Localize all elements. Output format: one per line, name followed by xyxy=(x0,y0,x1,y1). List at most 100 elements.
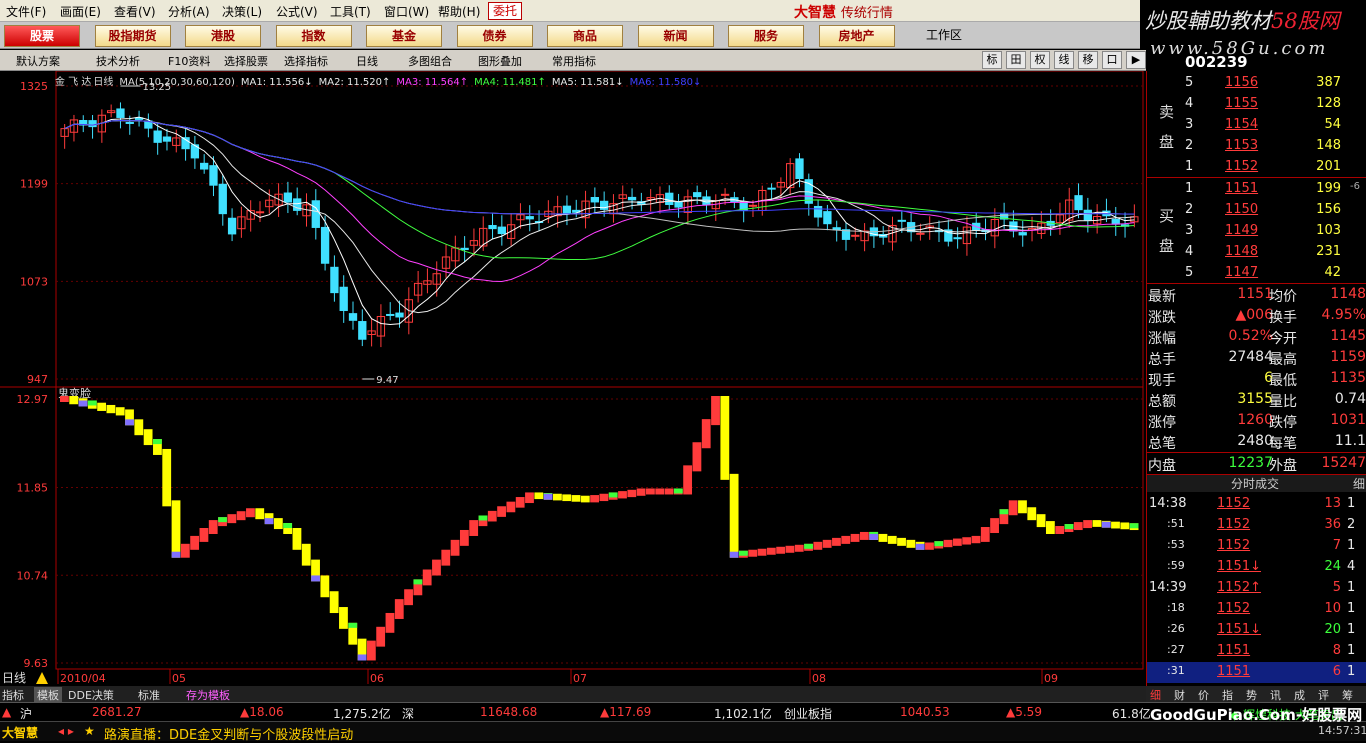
osc-bar xyxy=(432,559,441,576)
nav-button-3[interactable]: 指数 xyxy=(275,25,352,47)
menu-item-1[interactable]: 画面(E) xyxy=(60,3,101,20)
bid-row[interactable]: 2 1150 156 xyxy=(1147,200,1366,221)
osc-bar xyxy=(199,528,209,542)
quote-row: 最新 1151 均价 1148 xyxy=(1147,284,1366,305)
menu-item-2[interactable]: 查看(V) xyxy=(114,3,156,20)
toolbar-item-7[interactable]: 图形叠加 xyxy=(478,53,522,69)
rp-tab-5[interactable]: 讯 xyxy=(1270,687,1281,703)
rp-tab-4[interactable]: 势 xyxy=(1246,687,1257,703)
rp-tab-6[interactable]: 成 xyxy=(1294,687,1305,703)
bottom-tab-1[interactable]: 模板 xyxy=(34,687,62,703)
toolbar-right-1[interactable]: 田 xyxy=(1006,51,1026,69)
nav-button-1[interactable]: 股指期货 xyxy=(94,25,171,47)
toolbar-right-2[interactable]: 权 xyxy=(1030,51,1050,69)
osc-bar xyxy=(701,419,711,449)
ask-row[interactable]: 3 1154 54 xyxy=(1147,115,1366,136)
rp-tab-3[interactable]: 指 xyxy=(1222,687,1233,703)
menu-item-3[interactable]: 分析(A) xyxy=(168,3,210,20)
rp-tab-8[interactable]: 筹 xyxy=(1342,687,1353,703)
menu-item-4[interactable]: 决策(L) xyxy=(222,3,262,20)
candle xyxy=(283,192,293,203)
menu-item-6[interactable]: 工具(T) xyxy=(330,3,371,20)
nav-button-8[interactable]: 服务 xyxy=(728,25,804,47)
workspace-label[interactable]: 工作区 xyxy=(926,26,962,43)
candle xyxy=(525,216,534,220)
tick-row[interactable]: :18 1152 10 1 xyxy=(1147,599,1366,620)
tick-time: :18 xyxy=(1167,601,1185,614)
rp-tab-7[interactable]: 评 xyxy=(1318,687,1329,703)
menu-item-7[interactable]: 窗口(W) xyxy=(384,3,429,20)
ma-label: MA(5,10,20,30,60,120) xyxy=(119,77,235,88)
period-arrow-icon[interactable] xyxy=(36,672,48,684)
entrust-button[interactable]: 委托 xyxy=(488,2,522,20)
ask-row[interactable]: 2 1153 148 xyxy=(1147,136,1366,157)
tick-row[interactable]: :59 1151↓ 24 4 xyxy=(1147,557,1366,578)
nav-button-6[interactable]: 商品 xyxy=(547,25,623,47)
rp-tab-0[interactable]: 细 xyxy=(1150,687,1161,703)
tick-row[interactable]: 14:39 1152↑ 5 1 xyxy=(1147,578,1366,599)
nav-button-4[interactable]: 基金 xyxy=(366,25,442,47)
in-label: 内盘 xyxy=(1148,458,1176,474)
osc-bar xyxy=(990,518,999,534)
chart-area[interactable]: 13251199107394712.9711.8510.749.63鬼变脸13.… xyxy=(0,71,1146,686)
nav-button-0[interactable]: 股票 xyxy=(4,25,80,47)
ask-price: 1154 xyxy=(1225,117,1259,132)
price-axis-label: 1073 xyxy=(20,275,48,288)
quote-label: 涨停 xyxy=(1148,415,1176,431)
ask-level: 1 xyxy=(1185,159,1194,174)
toolbar-item-0[interactable]: 默认方案 xyxy=(16,53,60,69)
toolbar-item-6[interactable]: 多图组合 xyxy=(408,53,452,69)
ticker-arrows-icon[interactable]: ◂ ▸ xyxy=(58,724,74,738)
toolbar-right-5[interactable]: 口 xyxy=(1102,51,1122,69)
quote-value2: 11.1 xyxy=(1334,433,1366,449)
ticks-corner[interactable]: 细 xyxy=(1353,475,1365,492)
toolbar-right-6[interactable]: ▶ xyxy=(1126,51,1146,69)
ask-row[interactable]: 5 1156 387 xyxy=(1147,73,1366,94)
toolbar-right-0[interactable]: 标 xyxy=(982,51,1002,69)
bottom-tab-0[interactable]: 指标 xyxy=(2,687,24,703)
osc-bar xyxy=(552,493,562,501)
menu-item-5[interactable]: 公式(V) xyxy=(276,3,318,20)
tick-row[interactable]: :27 1151 8 1 xyxy=(1147,641,1366,662)
toolbar-item-2[interactable]: F10资料 xyxy=(168,53,210,69)
rp-tab-2[interactable]: 价 xyxy=(1198,687,1209,703)
osc-bar xyxy=(115,407,125,416)
quote-label2: 均价 xyxy=(1269,289,1297,305)
nav-button-2[interactable]: 港股 xyxy=(185,25,261,47)
bid-row[interactable]: 3 1149 103 xyxy=(1147,221,1366,242)
bid-row[interactable]: 1 1151 199 -6 xyxy=(1147,179,1366,200)
menu-item-8[interactable]: 帮助(H) xyxy=(438,3,480,20)
toolbar-item-3[interactable]: 选择股票 xyxy=(224,53,268,69)
ma-value-4: MA5: 11.581↓ xyxy=(551,77,624,88)
ticker-text[interactable]: 路演直播：DDE金叉判断与个股波段性启动 xyxy=(104,724,353,743)
nav-button-9[interactable]: 房地产 xyxy=(818,25,895,47)
period-tag[interactable]: 日线 xyxy=(2,671,26,685)
tick-row[interactable]: :51 1152 36 2 xyxy=(1147,515,1366,536)
ask-row[interactable]: 1 1152 201 xyxy=(1147,157,1366,178)
toolbar-item-5[interactable]: 日线 xyxy=(356,53,378,69)
osc-bar xyxy=(952,538,962,546)
bid-row[interactable]: 4 1148 231 xyxy=(1147,242,1366,263)
tick-volume: 7 xyxy=(1332,538,1341,553)
bottom-tab-3[interactable]: 标准 xyxy=(138,687,160,703)
ask-row[interactable]: 4 1155 128 xyxy=(1147,94,1366,115)
toolbar-right-4[interactable]: 移 xyxy=(1078,51,1098,69)
toolbar-item-4[interactable]: 选择指标 xyxy=(284,53,328,69)
nav-button-5[interactable]: 债券 xyxy=(456,25,533,47)
nav-button-7[interactable]: 新闻 xyxy=(637,25,714,47)
tick-row[interactable]: :31 1151 6 1 xyxy=(1147,662,1366,683)
ask-level: 5 xyxy=(1185,75,1194,90)
tick-row[interactable]: :26 1151↓ 20 1 xyxy=(1147,620,1366,641)
toolbar-item-8[interactable]: 常用指标 xyxy=(552,53,596,69)
toolbar-right-3[interactable]: 线 xyxy=(1054,51,1074,69)
tick-row[interactable]: 14:38 1152 13 1 xyxy=(1147,494,1366,515)
tick-row[interactable]: :53 1152 7 1 xyxy=(1147,536,1366,557)
toolbar-item-1[interactable]: 技术分析 xyxy=(96,53,140,69)
osc-bar xyxy=(394,599,404,619)
date-label: 05 xyxy=(172,672,186,685)
rp-tab-1[interactable]: 财 xyxy=(1174,687,1185,703)
bottom-tab-4[interactable]: 存为模板 xyxy=(186,687,230,703)
bid-row[interactable]: 5 1147 42 xyxy=(1147,263,1366,284)
menu-item-0[interactable]: 文件(F) xyxy=(6,3,46,20)
bottom-tab-2[interactable]: DDE决策 xyxy=(68,687,114,703)
